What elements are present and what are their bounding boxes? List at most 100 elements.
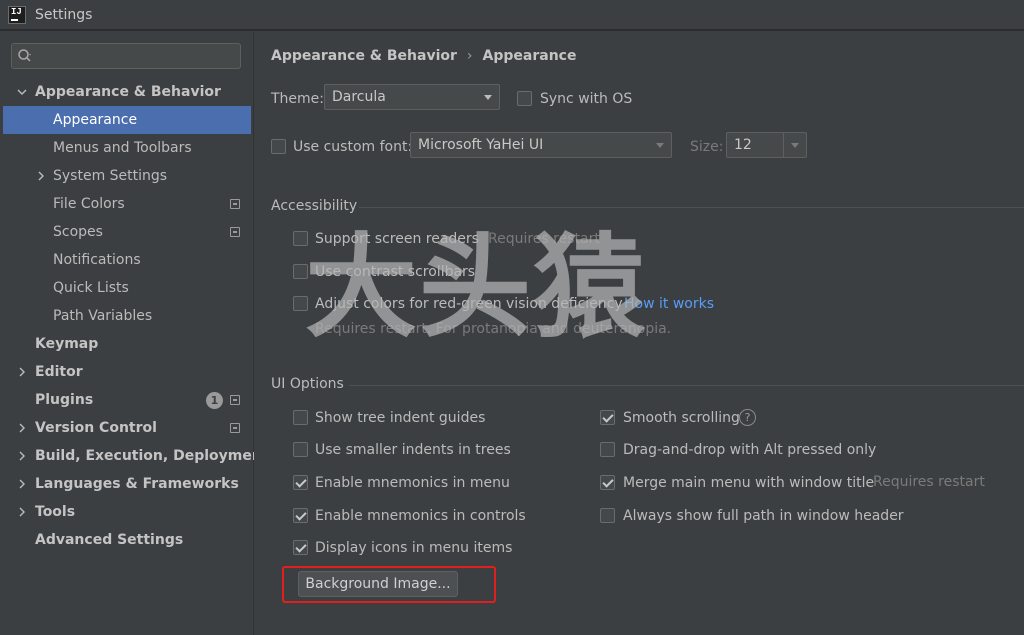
sidebar-item-advanced-settings[interactable]: Advanced Settings	[0, 526, 254, 554]
full-path-header-checkbox[interactable]	[600, 508, 615, 523]
mnemonics-controls-checkbox[interactable]	[293, 508, 308, 523]
smooth-scrolling-label: Smooth scrolling	[623, 410, 740, 426]
breadcrumb-separator: ›	[466, 48, 473, 64]
sidebar-item-label: Version Control	[35, 420, 157, 436]
sidebar-item-label: Editor	[35, 364, 83, 380]
chevron-right-icon[interactable]	[17, 507, 27, 517]
sidebar-item-label: File Colors	[53, 196, 125, 212]
color-deficiency-hint: Requires restart. For protanopia and deu…	[315, 321, 672, 337]
sidebar-item-label: Menus and Toolbars	[53, 140, 192, 156]
screen-readers-hint: Requires restart	[488, 231, 600, 247]
drag-drop-alt-label: Drag-and-drop with Alt pressed only	[623, 442, 877, 458]
tree-indent-guides-label: Show tree indent guides	[315, 410, 486, 426]
sidebar-item-keymap[interactable]: Keymap	[0, 330, 254, 358]
smaller-indents-label: Use smaller indents in trees	[315, 442, 511, 458]
sync-os-checkbox[interactable]	[517, 91, 532, 106]
breadcrumb: Appearance & Behavior › Appearance	[271, 48, 576, 64]
sidebar-item-editor[interactable]: Editor	[0, 358, 254, 386]
accessibility-title: Accessibility	[271, 198, 358, 214]
sidebar-item-label: Appearance	[53, 112, 138, 128]
project-level-icon	[230, 423, 240, 433]
contrast-scrollbars-checkbox[interactable]	[293, 264, 308, 279]
font-size-combo[interactable]: 12	[726, 132, 807, 158]
sidebar-item-appearance-behavior[interactable]: Appearance & Behavior	[0, 78, 254, 106]
sidebar-item-appearance[interactable]: Appearance	[3, 106, 251, 134]
sidebar-item-label: Tools	[35, 504, 76, 520]
how-it-works-link[interactable]: How it works	[624, 296, 714, 312]
screen-readers-checkbox[interactable]	[293, 231, 308, 246]
theme-dropdown[interactable]: Darcula	[324, 84, 500, 110]
smaller-indents-checkbox[interactable]	[293, 442, 308, 457]
settings-sidebar: Appearance & Behavior Appearance Menus a…	[0, 31, 269, 635]
project-level-icon	[230, 199, 240, 209]
font-size-label: Size:	[690, 139, 724, 155]
custom-font-label: Use custom font:	[293, 139, 413, 155]
project-level-icon	[230, 227, 240, 237]
sidebar-item-quick-lists[interactable]: Quick Lists	[0, 274, 254, 302]
intellij-logo-icon: IJ	[8, 5, 26, 24]
ui-options-title: UI Options	[271, 376, 344, 392]
theme-value: Darcula	[332, 89, 386, 105]
merge-main-menu-hint: Requires restart	[873, 474, 985, 490]
contrast-scrollbars-label: Use contrast scrollbars	[315, 264, 476, 280]
sidebar-item-label: Plugins	[35, 392, 94, 408]
sidebar-item-plugins[interactable]: Plugins 1	[0, 386, 254, 414]
sidebar-item-label: Build, Execution, Deployment	[35, 448, 269, 464]
settings-tree: Appearance & Behavior Appearance Menus a…	[0, 78, 269, 554]
sidebar-item-label: Languages & Frameworks	[35, 476, 239, 492]
chevron-right-icon[interactable]	[17, 367, 27, 377]
menu-icons-checkbox[interactable]	[293, 540, 308, 555]
mnemonics-menu-checkbox[interactable]	[293, 475, 308, 490]
dropdown-arrow-icon	[791, 143, 799, 148]
sidebar-item-tools[interactable]: Tools	[0, 498, 254, 526]
color-deficiency-checkbox[interactable]	[293, 296, 308, 311]
breadcrumb-current: Appearance	[482, 48, 577, 64]
chevron-down-icon[interactable]	[17, 87, 27, 97]
sidebar-item-system-settings[interactable]: System Settings	[0, 162, 254, 190]
full-path-header-label: Always show full path in window header	[623, 508, 904, 524]
settings-content: Appearance & Behavior › Appearance Theme…	[254, 31, 1024, 635]
combo-divider	[783, 133, 784, 157]
settings-search[interactable]	[11, 43, 241, 69]
merge-main-menu-label: Merge main menu with window title	[623, 475, 875, 491]
section-divider	[359, 207, 1024, 208]
custom-font-checkbox[interactable]	[271, 139, 286, 154]
smooth-scrolling-checkbox[interactable]	[600, 410, 615, 425]
sidebar-item-menus-toolbars[interactable]: Menus and Toolbars	[0, 134, 254, 162]
tree-indent-guides-checkbox[interactable]	[293, 410, 308, 425]
sync-os-label: Sync with OS	[540, 91, 633, 107]
highlight-annotation-box	[282, 566, 496, 603]
theme-label: Theme:	[271, 91, 325, 107]
dropdown-arrow-icon	[656, 143, 664, 148]
title-bar: IJ Settings	[0, 0, 1024, 30]
color-deficiency-label: Adjust colors for red-green vision defic…	[315, 296, 623, 312]
sidebar-item-path-variables[interactable]: Path Variables	[0, 302, 254, 330]
chevron-right-icon[interactable]	[17, 451, 27, 461]
project-level-icon	[230, 395, 240, 405]
sidebar-item-build-execution[interactable]: Build, Execution, Deployment	[0, 442, 269, 470]
search-icon	[18, 49, 31, 62]
sidebar-item-scopes[interactable]: Scopes	[0, 218, 254, 246]
sidebar-item-languages-frameworks[interactable]: Languages & Frameworks	[0, 470, 254, 498]
breadcrumb-parent[interactable]: Appearance & Behavior	[271, 48, 457, 64]
drag-drop-alt-checkbox[interactable]	[600, 442, 615, 457]
merge-main-menu-checkbox[interactable]	[600, 475, 615, 490]
sidebar-item-label: Appearance & Behavior	[35, 84, 221, 100]
chevron-right-icon[interactable]	[17, 423, 27, 433]
sidebar-item-label: Scopes	[53, 224, 103, 240]
font-dropdown[interactable]: Microsoft YaHei UI	[410, 132, 672, 158]
sidebar-item-version-control[interactable]: Version Control	[0, 414, 254, 442]
sidebar-item-notifications[interactable]: Notifications	[0, 246, 254, 274]
help-icon[interactable]: ?	[739, 409, 756, 426]
search-input[interactable]	[38, 46, 233, 66]
font-size-value: 12	[734, 137, 752, 153]
sidebar-item-label: Advanced Settings	[35, 532, 184, 548]
sidebar-item-label: Path Variables	[53, 308, 153, 324]
chevron-right-icon[interactable]	[17, 479, 27, 489]
section-divider	[349, 385, 1024, 386]
sidebar-item-file-colors[interactable]: File Colors	[0, 190, 254, 218]
screen-readers-label: Support screen readers	[315, 231, 479, 247]
dropdown-arrow-icon	[484, 95, 492, 100]
chevron-right-icon[interactable]	[36, 171, 46, 181]
mnemonics-controls-label: Enable mnemonics in controls	[315, 508, 526, 524]
